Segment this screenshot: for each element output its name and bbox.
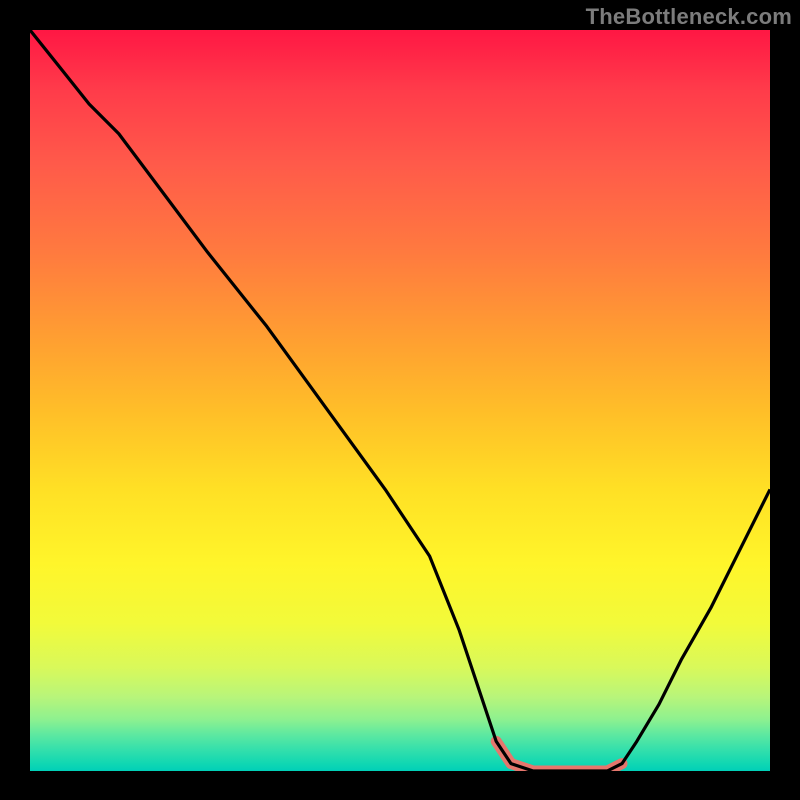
bottleneck-curve-line bbox=[30, 30, 770, 771]
plot-area bbox=[30, 30, 770, 771]
curve-layer bbox=[30, 30, 770, 771]
watermark-text: TheBottleneck.com bbox=[586, 4, 792, 30]
chart-frame: TheBottleneck.com bbox=[0, 0, 800, 800]
